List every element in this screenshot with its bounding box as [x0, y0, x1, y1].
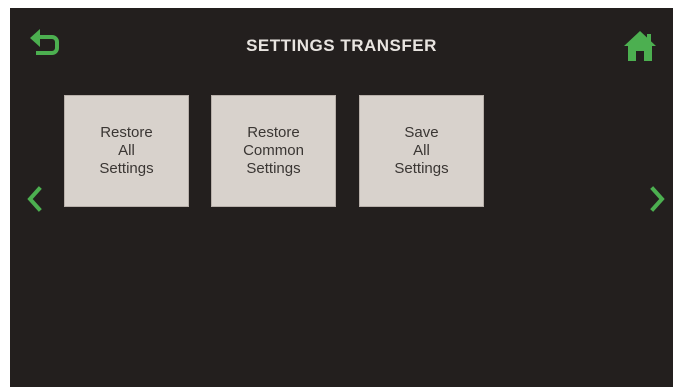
next-page-button[interactable]	[646, 184, 668, 214]
restore-common-settings-button[interactable]: Restore Common Settings	[211, 95, 336, 207]
save-all-settings-label: Save All Settings	[394, 124, 449, 177]
chevron-left-icon	[27, 186, 42, 212]
home-icon	[624, 31, 656, 61]
page-title: SETTINGS TRANSFER	[246, 36, 437, 55]
chevron-right-icon	[650, 186, 665, 212]
restore-common-settings-label: Restore Common Settings	[243, 124, 304, 177]
previous-page-button[interactable]	[24, 184, 46, 214]
restore-all-settings-label: Restore All Settings	[99, 124, 154, 177]
header: SETTINGS TRANSFER	[10, 8, 673, 88]
home-button[interactable]	[622, 28, 658, 64]
settings-transfer-screen: SETTINGS TRANSFER Restore All Settings R…	[10, 8, 673, 387]
save-all-settings-button[interactable]: Save All Settings	[359, 95, 484, 207]
restore-all-settings-button[interactable]: Restore All Settings	[64, 95, 189, 207]
